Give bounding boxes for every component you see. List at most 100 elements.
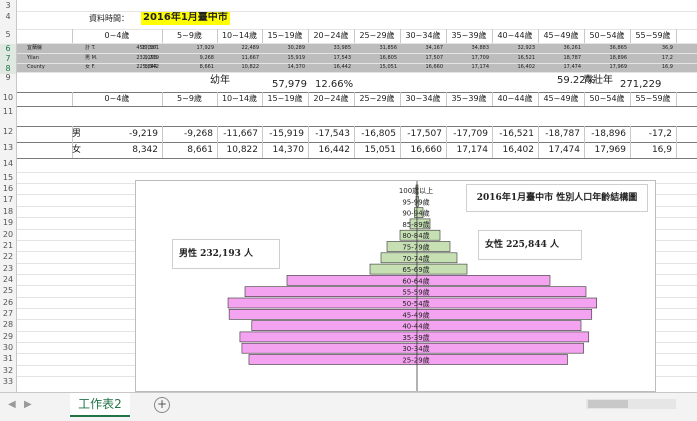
horizontal-scrollbar[interactable] — [586, 399, 676, 409]
top-age-header[interactable]: 20~24歲 — [308, 29, 354, 43]
row-number[interactable]: 20 — [0, 230, 16, 240]
female-value-cell[interactable]: 15,051 — [354, 145, 397, 155]
band-region-cell[interactable]: 宜蘭縣 — [27, 44, 42, 53]
male-value-cell[interactable]: -18,896 — [584, 129, 626, 139]
female-bar[interactable] — [416, 354, 568, 365]
band-value-cell[interactable]: 16,660 — [400, 63, 444, 72]
band-value-cell[interactable]: 17,709 — [446, 54, 490, 63]
female-value-cell[interactable]: 10,822 — [217, 145, 259, 155]
band-value-cell[interactable]: 9,268 — [162, 54, 214, 63]
next-sheet-icon[interactable]: ▶ — [24, 399, 32, 410]
second-age-header[interactable]: 5~9歲 — [162, 92, 217, 106]
male-value-cell[interactable]: -11,667 — [217, 129, 258, 139]
second-age-header[interactable]: 20~24歲 — [308, 92, 354, 106]
top-age-header[interactable]: 35~39歲 — [446, 29, 492, 43]
band-value-cell[interactable]: 36,9 — [630, 44, 673, 53]
top-age-header[interactable]: 25~29歲 — [354, 29, 400, 43]
female-bar[interactable] — [416, 275, 551, 286]
band-value-cell[interactable]: 17,174 — [446, 63, 490, 72]
second-age-header[interactable]: 0~4歲 — [72, 92, 162, 106]
second-age-header[interactable]: 25~29歲 — [354, 92, 400, 106]
top-age-header[interactable]: 15~19歲 — [262, 29, 308, 43]
row-number[interactable]: 19 — [0, 218, 16, 228]
top-age-header[interactable]: 45~49歲 — [538, 29, 584, 43]
row-number[interactable]: 13 — [0, 143, 16, 153]
male-value-cell[interactable]: -16,521 — [492, 129, 534, 139]
female-value-cell[interactable]: 17,474 — [538, 145, 581, 155]
row-number[interactable]: 16 — [0, 184, 16, 194]
row-number[interactable]: 6 — [0, 44, 16, 54]
female-bar[interactable] — [416, 342, 584, 354]
row-number[interactable]: 14 — [0, 159, 16, 169]
male-value-cell[interactable]: -17,709 — [446, 129, 488, 139]
summary-youth-value[interactable]: 57,979 — [272, 80, 307, 90]
top-age-header[interactable]: 55~59歲 — [630, 29, 676, 43]
row-number[interactable]: 9 — [0, 73, 16, 83]
summary-youth-label[interactable]: 幼年 — [210, 76, 230, 86]
female-bar[interactable] — [416, 297, 597, 309]
row-number[interactable]: 29 — [0, 332, 16, 342]
band-value-cell[interactable]: 9,219 — [72, 54, 159, 63]
band-value-cell[interactable]: 34,167 — [400, 44, 444, 53]
band-value-cell[interactable]: 36,865 — [584, 44, 628, 53]
male-value-cell[interactable]: -18,787 — [538, 129, 580, 139]
row-number[interactable]: 3 — [0, 1, 16, 11]
male-bar[interactable] — [248, 354, 418, 365]
female-value-cell[interactable]: 8,342 — [72, 145, 158, 155]
row-number[interactable]: 22 — [0, 252, 16, 262]
sheet-tab-2[interactable]: 工作表2 — [70, 393, 130, 417]
row-number[interactable]: 28 — [0, 320, 16, 330]
band-value-cell[interactable]: 32,923 — [492, 44, 536, 53]
top-age-header[interactable]: 40~44歲 — [492, 29, 538, 43]
population-pyramid-chart[interactable]: 100歲以上 95-99歲 90-94歲 85-89歲 80-84歲 75-79歲 70-7… — [135, 180, 656, 392]
row-number[interactable]: 21 — [0, 241, 16, 251]
row-number[interactable]: 24 — [0, 275, 16, 285]
male-value-cell[interactable]: -17,543 — [308, 129, 350, 139]
top-age-header[interactable]: 30~34歲 — [400, 29, 446, 43]
band-value-cell[interactable]: 17,969 — [584, 63, 628, 72]
band-value-cell[interactable]: 8,342 — [72, 63, 159, 72]
band-value-cell[interactable]: 8,661 — [162, 63, 214, 72]
band-value-cell[interactable]: 17,2 — [630, 54, 673, 63]
male-value-cell[interactable]: -15,919 — [262, 129, 304, 139]
row-number[interactable]: 33 — [0, 377, 16, 387]
row-number[interactable]: 32 — [0, 366, 16, 376]
female-bar[interactable] — [416, 331, 590, 343]
female-bar[interactable] — [416, 286, 587, 297]
band-value-cell[interactable]: 36,261 — [538, 44, 582, 53]
male-value-cell[interactable]: -16,805 — [354, 129, 396, 139]
band-value-cell[interactable]: 15,919 — [262, 54, 306, 63]
row-number[interactable]: 10 — [0, 93, 16, 103]
female-bar[interactable] — [416, 309, 593, 320]
male-bar[interactable] — [244, 286, 418, 297]
band-value-cell[interactable]: 17,561 — [72, 44, 160, 53]
female-value-cell[interactable]: 8,661 — [162, 145, 213, 155]
band-value-cell[interactable]: 17,474 — [538, 63, 582, 72]
second-age-header[interactable]: 10~14歲 — [217, 92, 262, 106]
band-value-cell[interactable]: 18,896 — [584, 54, 628, 63]
male-value-cell[interactable]: -17,2 — [630, 129, 672, 139]
band-value-cell[interactable]: 16,9 — [630, 63, 673, 72]
row-number[interactable]: 23 — [0, 264, 16, 274]
female-value-cell[interactable]: 16,9 — [630, 145, 672, 155]
row-number[interactable]: 27 — [0, 309, 16, 319]
second-age-header[interactable]: 15~19歲 — [262, 92, 308, 106]
row-number[interactable]: 7 — [0, 54, 16, 64]
scrollbar-thumb[interactable] — [588, 400, 628, 408]
top-age-header[interactable]: 0~4歲 — [72, 29, 162, 43]
male-bar[interactable] — [227, 297, 418, 309]
summary-adult-value[interactable]: 271,229 — [620, 80, 661, 90]
row-number[interactable]: 12 — [0, 127, 16, 137]
row-number[interactable]: 17 — [0, 195, 16, 205]
band-value-cell[interactable]: 34,883 — [446, 44, 490, 53]
band-value-cell[interactable]: 17,543 — [308, 54, 352, 63]
second-age-header[interactable]: 30~34歲 — [400, 92, 446, 106]
row-number[interactable]: 30 — [0, 343, 16, 353]
band-value-cell[interactable]: 18,787 — [538, 54, 582, 63]
female-value-cell[interactable]: 16,660 — [400, 145, 443, 155]
top-age-header[interactable]: 5~9歲 — [162, 29, 217, 43]
male-bar[interactable] — [251, 320, 418, 331]
male-bar[interactable] — [286, 275, 418, 286]
band-value-cell[interactable]: 16,805 — [354, 54, 398, 63]
band-value-cell[interactable]: 33,985 — [308, 44, 352, 53]
